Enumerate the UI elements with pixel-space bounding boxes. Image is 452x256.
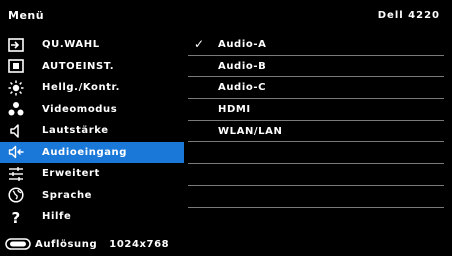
menu-item-label: Erweitert <box>42 168 100 180</box>
speaker-icon <box>7 123 25 139</box>
option-label: Audio-A <box>218 38 267 50</box>
svg-text:?: ? <box>12 209 21 225</box>
menu-item-hilfe[interactable]: ? Hilfe <box>0 206 184 228</box>
option-label: HDMI <box>218 103 251 115</box>
menu-item-label: AUTOEINST. <box>42 60 115 72</box>
menu-item-label: QU.WAHL <box>42 39 100 51</box>
menu-item-label: Lautstärke <box>42 125 109 137</box>
resolution-icon <box>5 236 31 252</box>
menu-title: Menü <box>8 9 45 22</box>
menu-item-label: Hellg./Kontr. <box>42 82 121 94</box>
menu-item-audioeingang[interactable]: Audioeingang <box>0 141 184 163</box>
audio-input-icon <box>7 144 25 160</box>
title-bar: Menü Dell 4220 <box>0 0 452 34</box>
menu-item-qu-wahl[interactable]: QU.WAHL <box>0 34 184 56</box>
main-menu-list: QU.WAHL AUTOEINST. Hellg./Kontr. Videomo… <box>0 34 184 230</box>
input-source-icon <box>7 37 25 53</box>
menu-item-autoeinst[interactable]: AUTOEINST. <box>0 56 184 78</box>
option-label: Audio-B <box>218 60 267 72</box>
menu-item-videomodus[interactable]: Videomodus <box>0 99 184 121</box>
option-audio-c[interactable]: Audio-C <box>188 77 444 100</box>
advanced-settings-icon <box>7 166 25 182</box>
menu-item-label: Sprache <box>42 189 93 201</box>
menu-item-sprache[interactable]: Sprache <box>0 185 184 207</box>
model-name: Dell 4220 <box>377 10 440 21</box>
brightness-icon <box>7 80 25 96</box>
audio-input-options: ✓ Audio-A Audio-B Audio-C HDMI WLAN/LAN <box>188 34 444 230</box>
option-label: Audio-C <box>218 82 267 94</box>
option-hdmi[interactable]: HDMI <box>188 99 444 121</box>
empty-option-row <box>188 164 444 186</box>
video-mode-icon <box>7 101 25 117</box>
menu-item-label: Videomodus <box>42 103 118 115</box>
option-audio-a[interactable]: ✓ Audio-A <box>188 34 444 56</box>
menu-item-label: Hilfe <box>42 211 72 223</box>
resolution-label: Auflösung <box>35 238 98 250</box>
language-icon <box>7 187 25 203</box>
check-icon: ✓ <box>194 37 205 52</box>
empty-option-row <box>188 186 444 208</box>
auto-adjust-icon <box>7 58 25 74</box>
option-audio-b[interactable]: Audio-B <box>188 56 444 78</box>
menu-item-hellg-kontr[interactable]: Hellg./Kontr. <box>0 77 184 99</box>
resolution-value: 1024x768 <box>109 238 170 250</box>
menu-item-label: Audioeingang <box>42 146 128 158</box>
status-bar: Auflösung 1024x768 <box>0 232 452 256</box>
menu-item-lautstaerke[interactable]: Lautstärke <box>0 120 184 142</box>
empty-option-row <box>188 142 444 165</box>
menu-item-erweitert[interactable]: Erweitert <box>0 163 184 185</box>
help-icon: ? <box>7 209 25 225</box>
empty-option-row <box>188 208 444 230</box>
option-wlan-lan[interactable]: WLAN/LAN <box>188 121 444 143</box>
osd-menu: Menü Dell 4220 QU.WAHL AUTOEINST. Hellg.… <box>0 0 452 256</box>
option-label: WLAN/LAN <box>218 125 283 137</box>
